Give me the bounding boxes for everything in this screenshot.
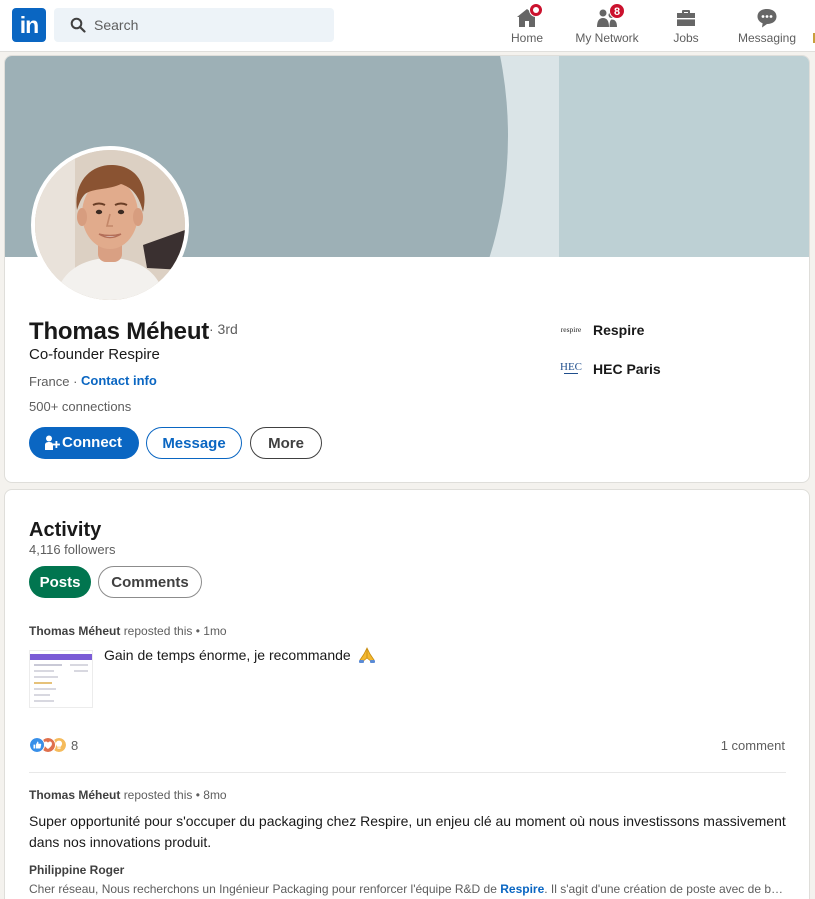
profile-card: Thomas Méheut · 3rd Co-founder Respire F… bbox=[4, 55, 810, 483]
search-input[interactable] bbox=[94, 8, 324, 42]
profile-name: Thomas Méheut bbox=[29, 318, 210, 345]
post-2-header: Thomas Méheut reposted this • 8mo bbox=[29, 788, 227, 802]
contact-info-link[interactable]: Contact info bbox=[81, 373, 157, 388]
profile-location: France · bbox=[29, 374, 78, 389]
nav-messaging-label: Messaging bbox=[737, 31, 797, 45]
banner-panel-shape bbox=[559, 56, 809, 257]
messaging-icon bbox=[757, 9, 777, 28]
nav-my-network-label: My Network bbox=[575, 31, 639, 45]
tab-posts[interactable]: Posts bbox=[29, 566, 91, 598]
activity-card: Activity 4,116 followers Posts Comments … bbox=[4, 489, 810, 899]
post-1-author[interactable]: Thomas Méheut bbox=[29, 624, 120, 638]
experience-hec-paris[interactable]: HEC HEC Paris bbox=[556, 356, 696, 382]
experience-respire-label: Respire bbox=[593, 322, 645, 338]
post-2-action: reposted this • 8mo bbox=[123, 788, 227, 802]
post-1-thumbnail[interactable] bbox=[29, 650, 93, 708]
post-1-body: Gain de temps énorme, je recommande bbox=[104, 647, 376, 663]
post-1-comment-count[interactable]: 1 comment bbox=[721, 738, 785, 753]
nav-my-network[interactable]: 8 My Network bbox=[567, 0, 647, 52]
connections-count: 500+ connections bbox=[29, 399, 132, 414]
hec-paris-logo-icon: HEC bbox=[556, 356, 586, 382]
nav-home[interactable]: Home bbox=[496, 0, 558, 52]
search-icon bbox=[70, 17, 86, 33]
top-navigation-bar: in Home 8 My Network Jobs bbox=[0, 0, 815, 52]
avatar-portrait-image bbox=[35, 150, 185, 300]
connection-degree: · 3rd bbox=[209, 321, 238, 337]
nav-jobs-label: Jobs bbox=[673, 31, 699, 45]
post-2-author[interactable]: Thomas Méheut bbox=[29, 788, 120, 802]
connect-button[interactable]: Connect bbox=[29, 427, 139, 459]
connect-button-label: Connect bbox=[62, 434, 122, 451]
post-1-thumbnail-image bbox=[30, 651, 92, 707]
post-divider bbox=[29, 772, 786, 773]
post-1-action: reposted this • 1mo bbox=[123, 624, 227, 638]
respire-mention-link[interactable]: Respire bbox=[500, 882, 544, 896]
tab-comments[interactable]: Comments bbox=[98, 566, 202, 598]
message-button[interactable]: Message bbox=[146, 427, 242, 459]
reshared-post-text[interactable]: Cher réseau, Nous recherchons un Ingénie… bbox=[29, 882, 787, 896]
reshared-text-after: . Il s'agit d'une création de poste avec… bbox=[544, 882, 787, 896]
post-1-header: Thomas Méheut reposted this • 1mo bbox=[29, 624, 227, 638]
home-notification-dot bbox=[529, 3, 543, 17]
nav-messaging[interactable]: Messaging bbox=[732, 0, 802, 52]
activity-title: Activity bbox=[29, 519, 102, 541]
praying-hands-icon bbox=[358, 647, 375, 663]
network-notification-badge: 8 bbox=[609, 3, 625, 19]
nav-home-label: Home bbox=[510, 31, 543, 45]
more-button[interactable]: More bbox=[250, 427, 322, 459]
followers-count: 4,116 followers bbox=[29, 542, 116, 557]
experience-hec-paris-label: HEC Paris bbox=[593, 361, 661, 377]
reshared-text-before: Cher réseau, Nous recherchons un Ingénie… bbox=[29, 882, 501, 896]
experience-respire[interactable]: respire Respire bbox=[556, 317, 696, 343]
respire-logo-icon: respire bbox=[556, 317, 586, 343]
like-reaction-icon bbox=[29, 737, 45, 753]
linkedin-logo-icon[interactable]: in bbox=[12, 8, 46, 42]
add-person-icon bbox=[45, 435, 60, 450]
profile-headline: Co-founder Respire bbox=[29, 346, 160, 363]
respire-logo-text: respire bbox=[561, 325, 582, 334]
nav-jobs[interactable]: Jobs bbox=[656, 0, 716, 52]
profile-avatar[interactable] bbox=[31, 146, 189, 304]
reshared-post-author[interactable]: Philippine Roger bbox=[29, 863, 124, 877]
reaction-count: 8 bbox=[71, 738, 79, 753]
post-2-text: Super opportunité pour s'occuper du pack… bbox=[29, 813, 786, 850]
search-box[interactable] bbox=[54, 8, 334, 42]
briefcase-icon bbox=[677, 10, 695, 26]
hec-logo-text: HEC bbox=[560, 361, 582, 373]
post-1-text: Gain de temps énorme, je recommande bbox=[104, 647, 351, 663]
